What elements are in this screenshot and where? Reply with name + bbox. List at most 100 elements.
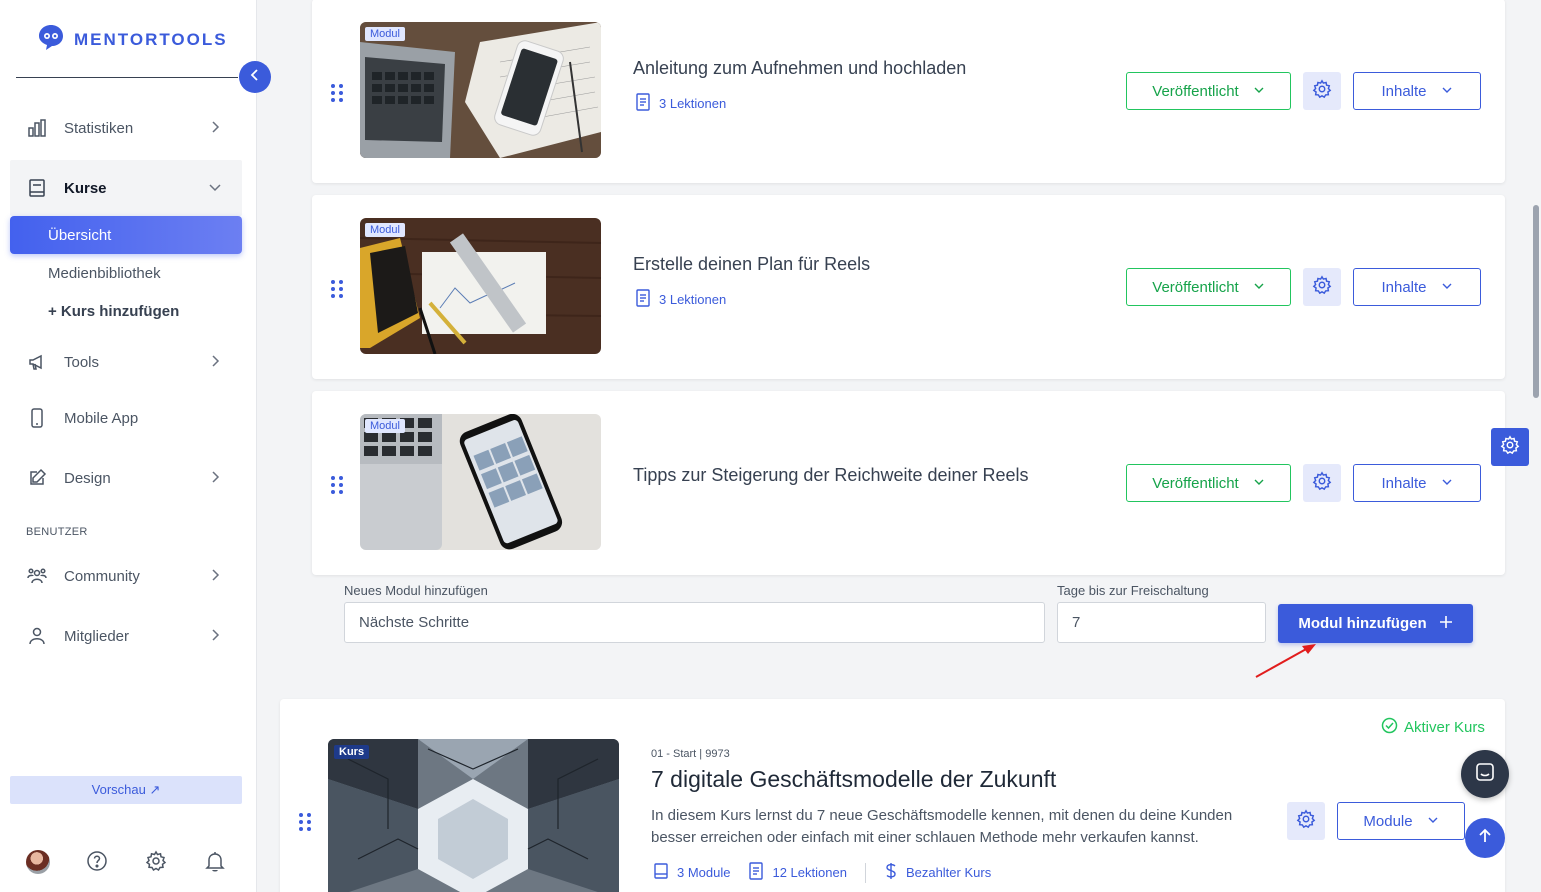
sidebar-subitem-medienbibliothek[interactable]: Medienbibliothek (10, 254, 242, 292)
sidebar-item-statistiken[interactable]: Statistiken (10, 104, 242, 152)
document-icon (635, 289, 651, 310)
settings-icon[interactable] (145, 850, 167, 877)
module-settings-button[interactable] (1303, 464, 1341, 502)
robot-logo-icon (36, 22, 66, 57)
chat-icon (1474, 761, 1496, 788)
lessons-count: 12 Lektionen (772, 865, 847, 880)
stats-divider (864, 862, 866, 883)
course-badge: Kurs (334, 745, 370, 759)
contents-dropdown[interactable]: Inhalte (1353, 268, 1481, 306)
chevron-down-icon (1253, 475, 1265, 492)
brand-name: MENTORTOOLS (74, 29, 228, 49)
bell-icon[interactable] (204, 850, 226, 877)
user-icon (26, 625, 48, 647)
chevron-right-icon (208, 628, 222, 646)
page-scrollbar[interactable] (1531, 0, 1541, 892)
arrow-up-icon (1477, 828, 1493, 849)
gear-icon (1312, 274, 1332, 300)
contents-label: Inhalte (1381, 82, 1427, 100)
book-icon (653, 863, 669, 882)
module-settings-button[interactable] (1303, 72, 1341, 110)
drag-handle-icon[interactable] (331, 280, 343, 298)
add-module-button[interactable]: Modul hinzufügen (1278, 604, 1473, 643)
module-settings-button[interactable] (1303, 268, 1341, 306)
drag-handle-icon[interactable] (331, 476, 343, 494)
course-thumbnail: Kurs (328, 739, 619, 892)
sidebar-item-mobile-app[interactable]: Mobile App (10, 394, 242, 442)
chevron-down-icon (1441, 83, 1453, 100)
book-icon (26, 177, 48, 199)
drag-handle-icon[interactable] (331, 84, 343, 102)
megaphone-icon (26, 351, 48, 373)
sidebar-item-label: Design (64, 469, 111, 487)
status-dropdown[interactable]: Veröffentlicht (1126, 268, 1291, 306)
chat-button[interactable] (1461, 750, 1509, 798)
sidebar-subitem-label: Übersicht (48, 226, 112, 244)
module-badge: Modul (365, 27, 405, 41)
sidebar-item-mitglieder[interactable]: Mitglieder (10, 612, 242, 660)
scrollbar-thumb[interactable] (1533, 205, 1539, 398)
sidebar-item-kurse[interactable]: Kurse (10, 160, 242, 216)
modules-count: 3 Module (677, 865, 731, 880)
contents-dropdown[interactable]: Inhalte (1353, 464, 1481, 502)
module-card: Modul Anleitung zum Aufnehmen und hochla… (312, 0, 1505, 183)
brand-logo[interactable]: MENTORTOOLS (36, 22, 228, 57)
section-label-benutzer: BENUTZER (26, 526, 88, 538)
sidebar-item-design[interactable]: Design (10, 454, 242, 502)
module-thumbnail: Modul (360, 414, 601, 550)
course-settings-button[interactable] (1287, 802, 1325, 840)
help-icon[interactable] (86, 850, 108, 877)
sidebar-subitem-label: Medienbibliothek (48, 264, 161, 282)
floating-settings-button[interactable] (1491, 428, 1529, 466)
chevron-down-icon (1253, 279, 1265, 296)
plus-icon (1439, 615, 1453, 633)
module-card: Modul Tipps zur Steigerung der Reichweit… (312, 391, 1505, 575)
module-title[interactable]: Erstelle deinen Plan für Reels (633, 254, 870, 275)
course-meta: 01 - Start | 9973 (651, 748, 730, 760)
check-circle-icon (1381, 717, 1398, 738)
status-dropdown[interactable]: Veröffentlicht (1126, 72, 1291, 110)
module-card: Modul Erstelle deinen Plan für Reels 3 L… (312, 195, 1505, 379)
module-title[interactable]: Anleitung zum Aufnehmen und hochladen (633, 58, 966, 79)
sidebar-item-community[interactable]: Community (10, 552, 242, 600)
avatar[interactable] (26, 850, 50, 874)
status-dropdown[interactable]: Veröffentlicht (1126, 464, 1291, 502)
edit-icon (26, 467, 48, 489)
sidebar-item-label: Statistiken (64, 119, 134, 137)
users-icon (26, 565, 48, 587)
course-status: Aktiver Kurs (1381, 717, 1485, 738)
chevron-right-icon (208, 470, 222, 488)
modules-dropdown[interactable]: Module (1337, 802, 1465, 840)
status-label: Veröffentlicht (1152, 278, 1239, 296)
sidebar-item-tools[interactable]: Tools (10, 338, 242, 386)
unlock-days-input[interactable] (1057, 602, 1266, 643)
pricing-label: Bezahlter Kurs (905, 865, 992, 880)
sidebar: MENTORTOOLS Statistiken Kurse Übersicht … (0, 0, 257, 892)
chevron-right-icon (208, 354, 222, 372)
course-title[interactable]: 7 digitale Geschäftsmodelle der Zukunft (651, 766, 1056, 793)
chevron-down-icon (1441, 475, 1453, 492)
collapse-sidebar-button[interactable] (239, 61, 271, 93)
new-module-label: Neues Modul hinzufügen (344, 583, 488, 598)
contents-dropdown[interactable]: Inhalte (1353, 72, 1481, 110)
sidebar-footer (26, 850, 236, 874)
module-thumbnail: Modul (360, 218, 601, 354)
sidebar-item-label: Mobile App (64, 409, 139, 427)
annotation-arrow-icon (1255, 644, 1316, 678)
sidebar-subitem-kurs-hinzufuegen[interactable]: + Kurs hinzufügen (10, 292, 242, 330)
chevron-right-icon (208, 568, 222, 586)
sidebar-subitem-uebersicht[interactable]: Übersicht (10, 216, 242, 254)
new-module-name-input[interactable] (344, 602, 1045, 643)
module-title[interactable]: Tipps zur Steigerung der Reichweite dein… (633, 465, 1029, 486)
gear-icon (1500, 434, 1520, 460)
preview-button[interactable]: Vorschau ↗ (10, 776, 242, 804)
module-lessons: 3 Lektionen (635, 93, 726, 114)
document-icon (748, 862, 764, 883)
lessons-count: 3 Lektionen (659, 96, 727, 111)
course-modules-stat: 3 Module (653, 863, 730, 882)
scroll-top-button[interactable] (1465, 818, 1505, 858)
sidebar-item-label: Community (64, 567, 140, 585)
sidebar-item-label: Mitglieder (64, 627, 130, 645)
modules-dropdown-label: Module (1363, 812, 1413, 830)
drag-handle-icon[interactable] (299, 813, 311, 831)
